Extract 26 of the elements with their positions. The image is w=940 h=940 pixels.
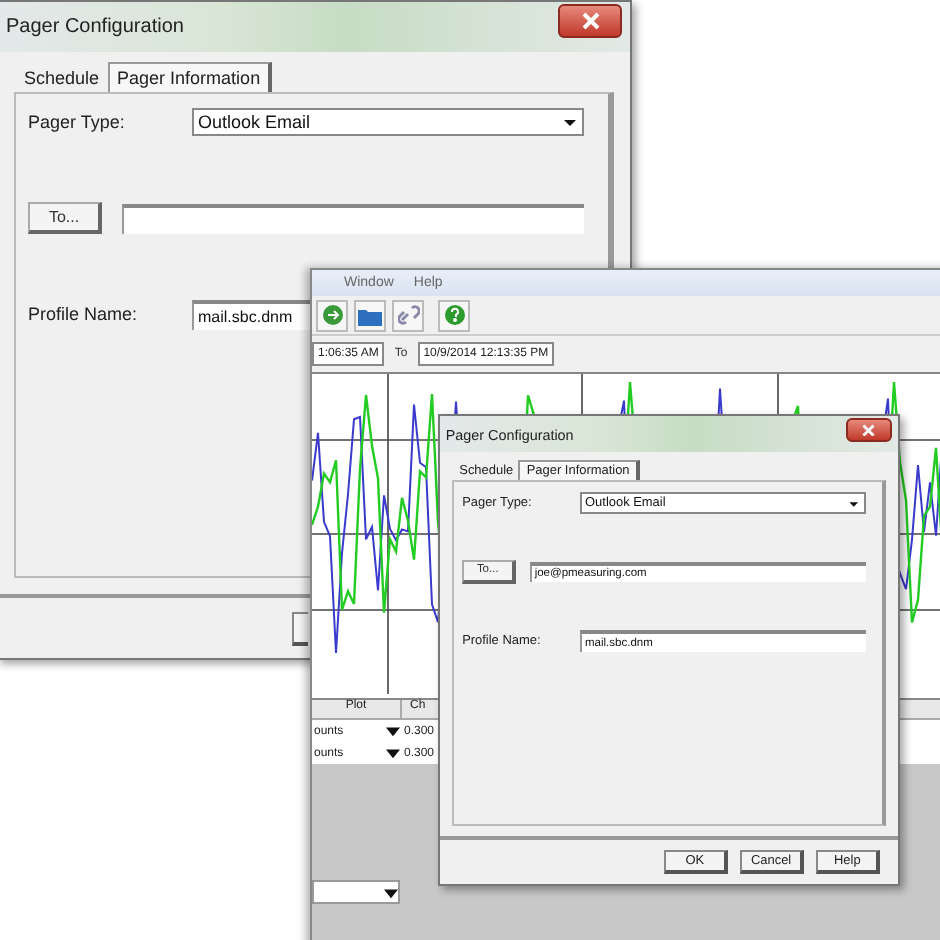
pager-type-dropdown[interactable]: Outlook Email <box>192 108 584 136</box>
field-label: Pager Type: <box>28 112 127 132</box>
folder-button[interactable] <box>354 299 386 331</box>
profile-name-field[interactable]: mail.sbc.dnm <box>192 299 312 329</box>
dropdown-arrow-icon[interactable] <box>384 885 398 899</box>
refresh-button[interactable] <box>316 299 348 331</box>
recipient-field[interactable] <box>122 203 584 233</box>
tab[interactable]: Pager Information <box>107 62 273 92</box>
close-icon <box>581 12 599 30</box>
close-button[interactable] <box>846 417 893 442</box>
help-button[interactable] <box>438 299 470 331</box>
dropdown-arrow-icon[interactable] <box>848 497 861 509</box>
close-icon <box>862 423 876 437</box>
window-title: Pager Configuration <box>6 16 184 38</box>
dialog-button[interactable] <box>292 611 308 645</box>
folder-icon <box>358 305 382 325</box>
tab[interactable]: Schedule <box>14 62 108 92</box>
close-button[interactable] <box>558 4 622 38</box>
refresh-icon <box>321 304 343 326</box>
to-button[interactable]: To... <box>28 202 102 234</box>
help-icon <box>443 304 465 326</box>
link-icon <box>397 304 419 326</box>
field-label: Profile Name: <box>28 304 140 324</box>
dropdown-arrow-icon[interactable] <box>562 114 578 130</box>
dropdown[interactable] <box>312 880 400 904</box>
link-button[interactable] <box>392 299 424 331</box>
